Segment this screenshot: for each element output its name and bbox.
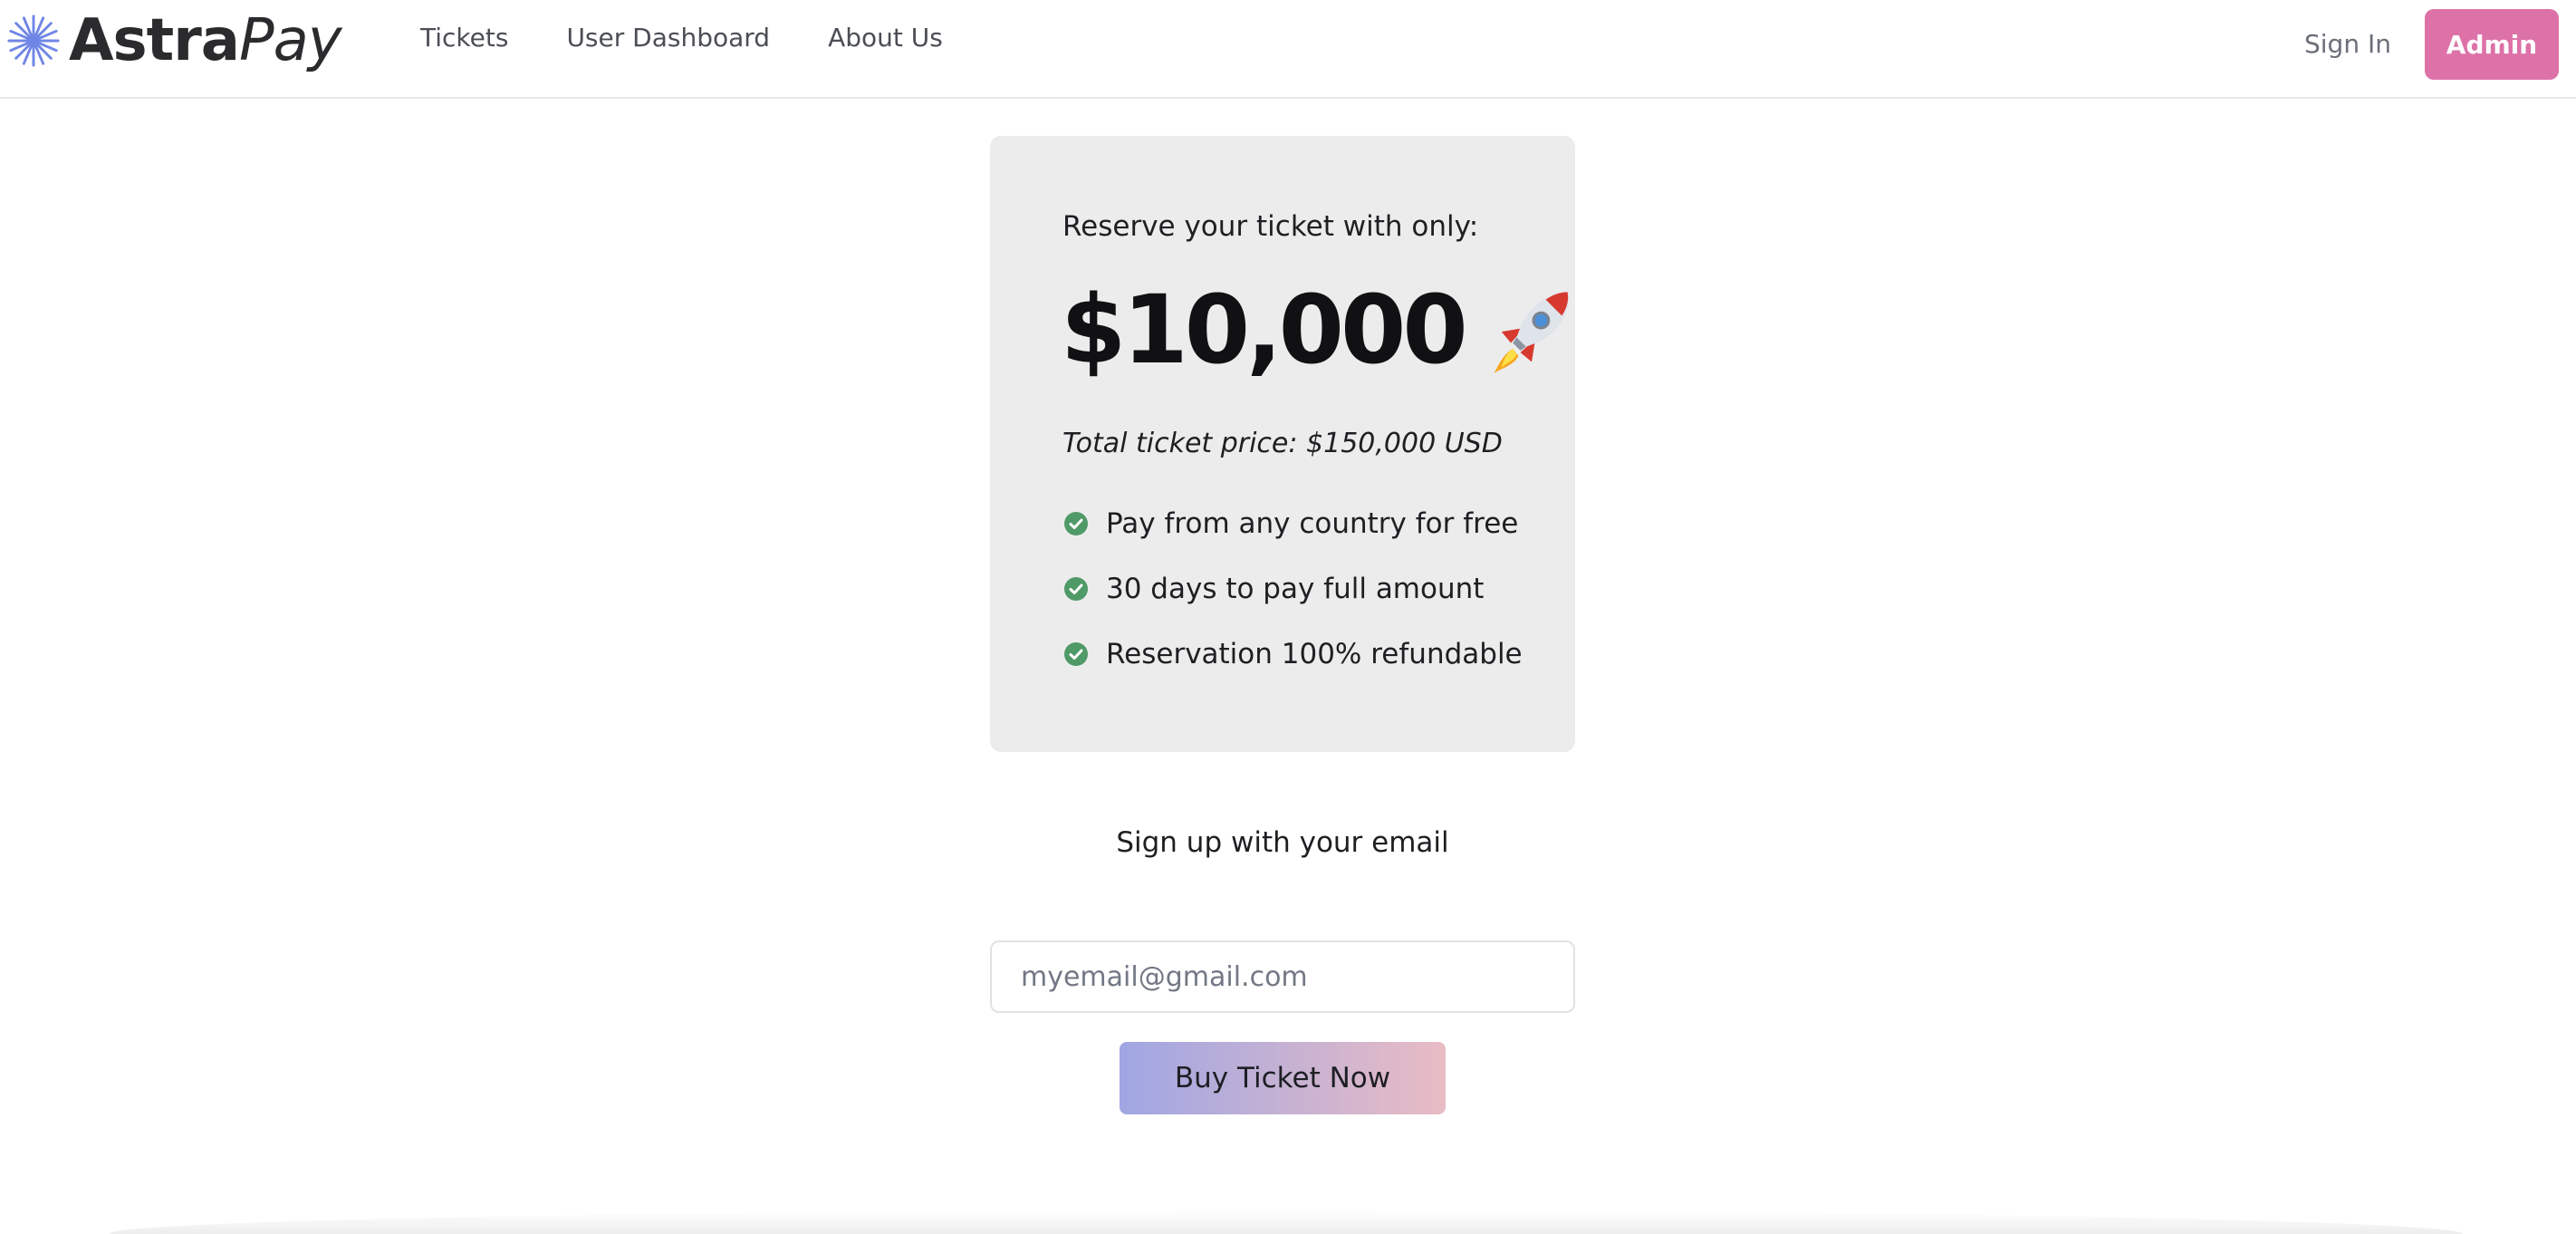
brand-name: AstraPay	[69, 12, 342, 70]
feature-item: Pay from any country for free	[1062, 491, 1523, 556]
email-input[interactable]	[990, 940, 1575, 1013]
admin-button[interactable]: Admin	[2425, 9, 2559, 80]
feature-text: Pay from any country for free	[1106, 507, 1519, 540]
top-navbar: AstraPay Tickets User Dashboard About Us…	[0, 0, 2576, 99]
reservation-price: $10,000	[1061, 275, 1468, 385]
check-circle-icon	[1064, 642, 1088, 666]
rocket-icon	[1494, 292, 1569, 373]
feature-list: Pay from any country for free 30 days to…	[1062, 491, 1523, 687]
bottom-shadow	[109, 1210, 2464, 1234]
starburst-icon	[7, 14, 60, 67]
brand-name-astra: Astra	[69, 7, 240, 74]
nav-links: Tickets User Dashboard About Us	[420, 20, 943, 56]
feature-text: Reservation 100% refundable	[1106, 638, 1523, 670]
nav-link-tickets[interactable]: Tickets	[420, 20, 508, 56]
signup-label: Sign up with your email	[1116, 826, 1449, 859]
feature-text: 30 days to pay full amount	[1106, 573, 1485, 605]
price-row: $10,000	[1061, 283, 1579, 377]
feature-item: 30 days to pay full amount	[1062, 556, 1523, 622]
check-circle-icon	[1064, 512, 1088, 535]
reservation-lead-text: Reserve your ticket with only:	[1062, 210, 1479, 243]
reservation-card: Reserve your ticket with only: $10,000 T…	[990, 136, 1575, 752]
brand-name-pay: Pay	[238, 7, 342, 74]
sign-in-link[interactable]: Sign In	[2304, 26, 2391, 63]
buy-ticket-button[interactable]: Buy Ticket Now	[1120, 1042, 1446, 1114]
total-price-text: Total ticket price: $150,000 USD	[1062, 428, 1503, 459]
nav-link-about-us[interactable]: About Us	[828, 20, 943, 56]
check-circle-icon	[1064, 577, 1088, 601]
nav-link-user-dashboard[interactable]: User Dashboard	[566, 20, 770, 56]
feature-item: Reservation 100% refundable	[1062, 622, 1523, 687]
brand-logo[interactable]: AstraPay	[5, 5, 342, 76]
